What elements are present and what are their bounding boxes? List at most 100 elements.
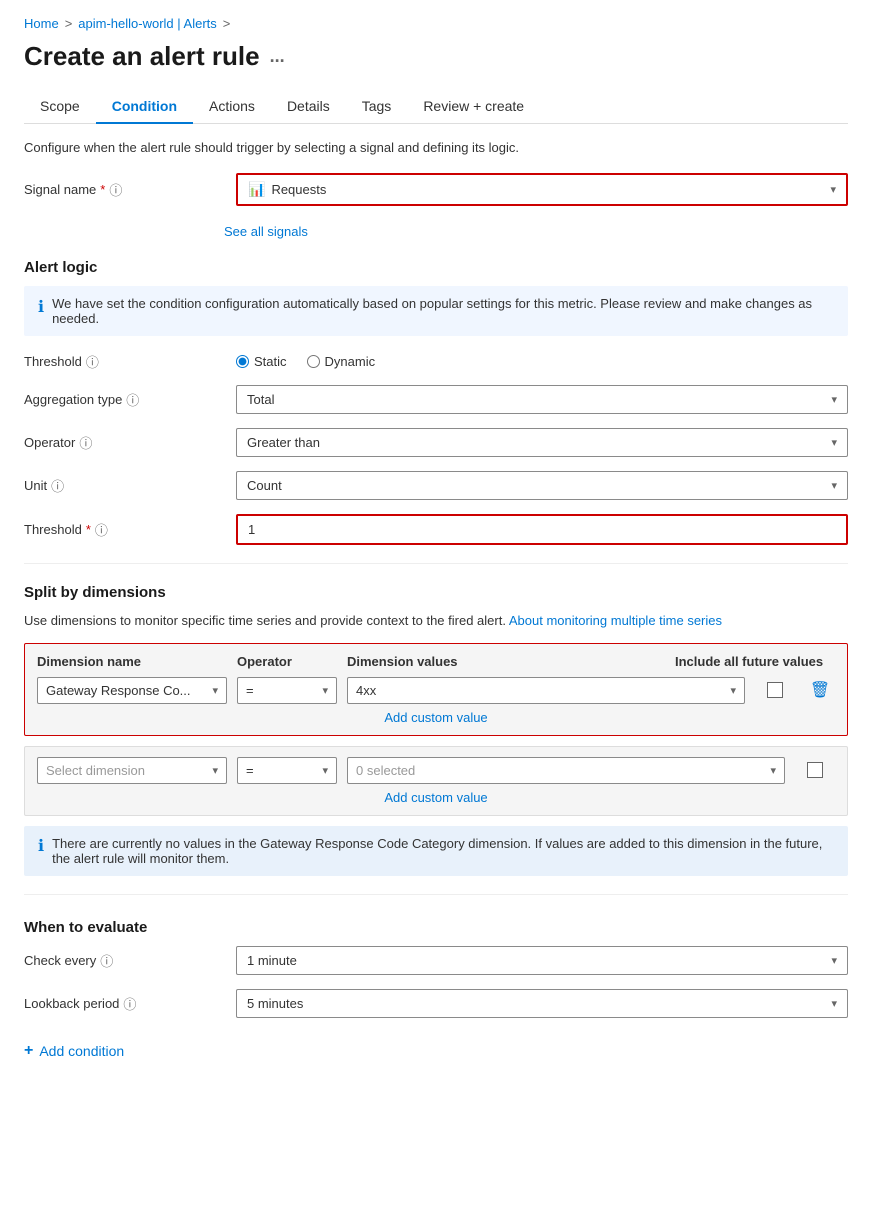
signal-required-star: * [100,182,105,197]
signal-icon: 📊 [248,181,265,198]
page-menu-button[interactable]: ... [270,46,285,67]
static-label: Static [254,354,287,369]
tab-bar: Scope Condition Actions Details Tags Rev… [24,90,848,124]
dim-row1-op-select[interactable]: = ▾ [237,677,337,704]
dim-row2-include-checkbox[interactable] [807,762,823,778]
dimensions-header: Dimension name Operator Dimension values… [37,654,835,669]
dim-row2-val-placeholder: 0 selected [356,763,415,778]
add-custom-value-1-link[interactable]: Add custom value [37,710,835,725]
section-description: Configure when the alert rule should tri… [24,140,848,155]
dim-row2-op-wrap: = ▾ [237,757,337,784]
dim-row2-name-wrap: Select dimension ▾ [37,757,227,784]
aggregation-chevron-icon: ▾ [831,393,837,406]
add-condition-label: Add condition [39,1043,124,1059]
when-to-evaluate-section: When to evaluate Check every ⓘ 1 minute … [24,919,848,1018]
tab-tags[interactable]: Tags [346,90,408,124]
operator-row: Operator ⓘ Greater than ▾ [24,428,848,457]
check-every-select[interactable]: 1 minute ▾ [236,946,848,975]
dim-row2-op-value: = [246,763,254,778]
aggregation-type-value: Total [247,392,274,407]
dim-row1-include-checkbox[interactable] [767,682,783,698]
dim-row2-op-chevron: ▾ [322,764,328,777]
when-to-evaluate-title: When to evaluate [24,919,848,936]
lookback-info-icon[interactable]: ⓘ [123,994,136,1013]
dynamic-radio[interactable] [307,355,320,368]
see-all-signals-link[interactable]: See all signals [224,224,308,239]
threshold-value-row: Threshold * ⓘ [24,514,848,545]
signal-name-select-wrap: 📊 Requests ▾ [236,173,848,206]
dynamic-radio-label[interactable]: Dynamic [307,354,376,369]
static-radio-label[interactable]: Static [236,354,287,369]
add-custom-value-2-wrap: Add custom value [37,790,835,805]
dynamic-label: Dynamic [325,354,376,369]
dim-row1-name-value: Gateway Response Co... [46,683,191,698]
dimensions-info-text: There are currently no values in the Gat… [52,836,834,866]
unit-row: Unit ⓘ Count ▾ [24,471,848,500]
tab-scope[interactable]: Scope [24,90,96,124]
threshold-value-info-icon[interactable]: ⓘ [95,520,108,539]
dim-row2-name-select[interactable]: Select dimension ▾ [37,757,227,784]
operator-value: Greater than [247,435,320,450]
unit-wrap: Count ▾ [236,471,848,500]
signal-info-icon[interactable]: ⓘ [109,180,122,199]
unit-chevron-icon: ▾ [831,479,837,492]
unit-select[interactable]: Count ▾ [236,471,848,500]
lookback-period-value: 5 minutes [247,996,303,1011]
dim-col-val-header: Dimension values [347,654,665,669]
aggregation-type-label: Aggregation type ⓘ [24,390,224,409]
dim-col-name-header: Dimension name [37,654,227,669]
breadcrumb-sep2: > [223,16,231,31]
dimensions-title: Split by dimensions [24,584,848,601]
dim-row1-val-value: 4xx [356,683,376,698]
lookback-period-wrap: 5 minutes ▾ [236,989,848,1018]
breadcrumb-resource[interactable]: apim-hello-world | Alerts [78,16,216,31]
tab-condition[interactable]: Condition [96,90,193,124]
alert-logic-info-icon: ℹ [38,297,44,317]
dim-row1-name-select[interactable]: Gateway Response Co... ▾ [37,677,227,704]
static-radio[interactable] [236,355,249,368]
monitoring-link[interactable]: About monitoring multiple time series [509,613,722,628]
dim-row1-delete-wrap: 🗑 [805,680,835,700]
signal-name-label: Signal name * ⓘ [24,180,224,199]
check-every-chevron-icon: ▾ [831,954,837,967]
lookback-period-label: Lookback period ⓘ [24,994,224,1013]
tab-details[interactable]: Details [271,90,346,124]
threshold-type-label: Threshold ⓘ [24,352,224,371]
dimensions-desc: Use dimensions to monitor specific time … [24,611,848,631]
signal-chevron-icon: ▾ [830,183,836,196]
threshold-input[interactable] [238,516,846,543]
dimensions-table-wrap: Dimension name Operator Dimension values… [24,643,848,736]
check-every-info-icon[interactable]: ⓘ [100,951,113,970]
tab-actions[interactable]: Actions [193,90,271,124]
operator-info-icon[interactable]: ⓘ [79,433,92,452]
dim-row1-delete-icon[interactable]: 🗑 [810,680,830,700]
breadcrumb-home[interactable]: Home [24,16,59,31]
add-custom-value-2-link[interactable]: Add custom value [37,790,835,805]
aggregation-type-select[interactable]: Total ▾ [236,385,848,414]
lookback-chevron-icon: ▾ [831,997,837,1010]
dim-row1-val-chevron: ▾ [730,684,736,697]
tab-review-create[interactable]: Review + create [407,90,540,124]
check-every-row: Check every ⓘ 1 minute ▾ [24,946,848,975]
lookback-period-select[interactable]: 5 minutes ▾ [236,989,848,1018]
dim-row2-val-wrap: 0 selected ▾ [347,757,785,784]
operator-select[interactable]: Greater than ▾ [236,428,848,457]
dim-row2-op-select[interactable]: = ▾ [237,757,337,784]
dim-row2-include-wrap [795,762,835,778]
add-condition-button[interactable]: + Add condition [24,1042,848,1060]
dim-row2-val-select[interactable]: 0 selected ▾ [347,757,785,784]
add-custom-value-1-wrap: Add custom value [37,710,835,725]
see-all-signals-wrap: See all signals [224,220,848,239]
dim-col-inc-header: Include all future values [675,654,835,669]
dim-row1-name-chevron: ▾ [212,684,218,697]
dim-col-op-header: Operator [237,654,337,669]
threshold-value-label: Threshold * ⓘ [24,520,224,539]
dimensions-info-icon: ℹ [38,836,44,856]
unit-info-icon[interactable]: ⓘ [51,476,64,495]
aggregation-info-icon[interactable]: ⓘ [126,390,139,409]
signal-name-select[interactable]: 📊 Requests ▾ [238,175,846,204]
dim-row2-wrap: Select dimension ▾ = ▾ 0 selected ▾ [24,746,848,816]
dim-row1-val-select[interactable]: 4xx ▾ [347,677,745,704]
threshold-info-icon[interactable]: ⓘ [86,352,99,371]
signal-name-row: Signal name * ⓘ 📊 Requests ▾ [24,173,848,206]
